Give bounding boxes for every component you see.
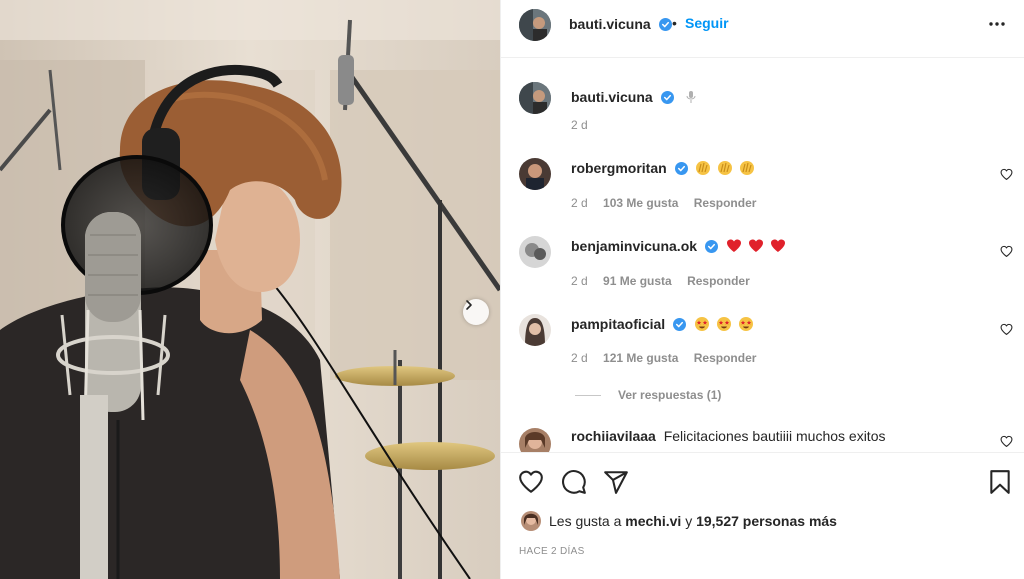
red-heart-emoji-icon: [748, 239, 763, 252]
avatar-image: [519, 428, 551, 452]
caption-time[interactable]: 2 d: [571, 118, 588, 132]
comment-text: robergmoritan: [571, 160, 757, 176]
avatar-image: [519, 82, 551, 114]
post-details-panel: bauti.vicuna • Seguir bauti.vicuna 2 d r…: [500, 0, 1024, 579]
avatar-image: [519, 314, 551, 346]
comment-text: rochiiavilaaa Felicitaciones bautiiii mu…: [571, 428, 885, 444]
clapping-hands-emoji-icon: [740, 161, 755, 175]
like-heart-icon[interactable]: [518, 469, 544, 495]
caption-meta: 2 d: [571, 118, 600, 132]
comment-avatar[interactable]: [519, 428, 551, 452]
comment-time[interactable]: 2 d: [571, 196, 588, 210]
like-comment-heart-icon[interactable]: [1000, 323, 1013, 336]
comment-username[interactable]: robergmoritan: [571, 160, 667, 176]
caption-text: bauti.vicuna: [571, 89, 697, 105]
author-name[interactable]: bauti.vicuna: [569, 16, 673, 34]
post-photo[interactable]: [0, 0, 500, 579]
separator-dot: •: [672, 15, 677, 31]
avatar-image: [521, 511, 541, 531]
post-header: bauti.vicuna • Seguir: [501, 0, 1024, 58]
comment-likes[interactable]: 91 Me gusta: [603, 274, 672, 288]
verified-badge-icon: [659, 18, 673, 31]
avatar-image: [519, 158, 551, 190]
comment-username[interactable]: benjaminvicuna.ok: [571, 238, 697, 254]
likes-connector: y: [685, 513, 693, 529]
comment-row: pampitaoficial 2 d 121 Me gusta Responde…: [501, 314, 1024, 374]
author-username[interactable]: bauti.vicuna: [569, 16, 651, 32]
liker-avatar[interactable]: [521, 511, 541, 531]
star-struck-emoji-icon: [694, 317, 709, 331]
caption-avatar[interactable]: [519, 82, 551, 114]
red-heart-emoji-icon: [770, 239, 785, 252]
star-struck-emoji-icon: [738, 317, 753, 331]
likes-prefix: Les gusta a: [549, 513, 622, 529]
comment-body: Felicitaciones bautiiii muchos exitos: [663, 428, 886, 444]
comment-avatar[interactable]: [519, 158, 551, 190]
like-comment-heart-icon[interactable]: [1000, 245, 1013, 258]
comment-bubble-icon[interactable]: [561, 469, 587, 495]
verified-badge-icon: [673, 318, 687, 331]
star-struck-emoji-icon: [716, 317, 731, 331]
chevron-right-icon: [466, 300, 472, 310]
clapping-hands-emoji-icon: [696, 161, 711, 175]
next-photo-button[interactable]: [463, 299, 489, 325]
like-comment-heart-icon[interactable]: [1000, 168, 1013, 181]
studio-photo-illustration: [0, 0, 500, 579]
comment-row: benjaminvicuna.ok 2 d 91 Me gusta Respon…: [501, 236, 1024, 296]
likes-summary: Les gusta a mechi.vi y 19,527 personas m…: [549, 513, 837, 529]
comment-meta: 2 d 91 Me gusta Responder: [571, 274, 762, 288]
reply-button[interactable]: Responder: [694, 196, 757, 210]
comment-time[interactable]: 2 d: [571, 351, 588, 365]
verified-badge-icon: [660, 91, 674, 104]
post-timestamp[interactable]: HACE 2 DÍAS: [519, 546, 585, 557]
post-actions: Les gusta a mechi.vi y 19,527 personas m…: [501, 452, 1024, 579]
verified-badge-icon: [704, 240, 718, 253]
caption-row: bauti.vicuna 2 d: [501, 82, 1024, 132]
comment-likes[interactable]: 103 Me gusta: [603, 196, 678, 210]
replies-divider: [575, 395, 601, 396]
avatar-image: [519, 236, 551, 268]
liker-username[interactable]: mechi.vi: [625, 513, 681, 529]
save-bookmark-icon[interactable]: [987, 469, 1013, 495]
reply-button[interactable]: Responder: [687, 274, 750, 288]
more-options-icon[interactable]: [987, 14, 1007, 34]
comment-row: rochiiavilaaa Felicitaciones bautiiii mu…: [501, 428, 1024, 452]
author-avatar[interactable]: [519, 9, 551, 41]
comment-avatar[interactable]: [519, 314, 551, 346]
comment-text: pampitaoficial: [571, 316, 756, 332]
clapping-hands-emoji-icon: [718, 161, 733, 175]
comment-username[interactable]: pampitaoficial: [571, 316, 665, 332]
comment-meta: 2 d 121 Me gusta Responder: [571, 351, 768, 365]
comment-meta: 2 d 103 Me gusta Responder: [571, 196, 768, 210]
reply-button[interactable]: Responder: [694, 351, 757, 365]
microphone-icon: [686, 91, 696, 103]
comment-username[interactable]: rochiiavilaaa: [571, 428, 656, 444]
comment-row: robergmoritan 2 d 103 Me gusta Responder: [501, 158, 1024, 218]
comment-avatar[interactable]: [519, 236, 551, 268]
follow-button[interactable]: Seguir: [685, 15, 729, 31]
view-replies-button[interactable]: Ver respuestas (1): [618, 388, 721, 402]
comment-text: benjaminvicuna.ok: [571, 238, 788, 254]
like-comment-heart-icon[interactable]: [1000, 435, 1013, 448]
verified-badge-icon: [674, 162, 688, 175]
likes-count[interactable]: 19,527 personas más: [696, 513, 837, 529]
share-paper-plane-icon[interactable]: [603, 469, 629, 495]
comment-time[interactable]: 2 d: [571, 274, 588, 288]
comments-section[interactable]: bauti.vicuna 2 d robergmoritan 2 d 103 M…: [501, 58, 1024, 452]
avatar-image: [519, 9, 551, 41]
caption-username[interactable]: bauti.vicuna: [571, 89, 653, 105]
comment-likes[interactable]: 121 Me gusta: [603, 351, 678, 365]
red-heart-emoji-icon: [726, 239, 741, 252]
